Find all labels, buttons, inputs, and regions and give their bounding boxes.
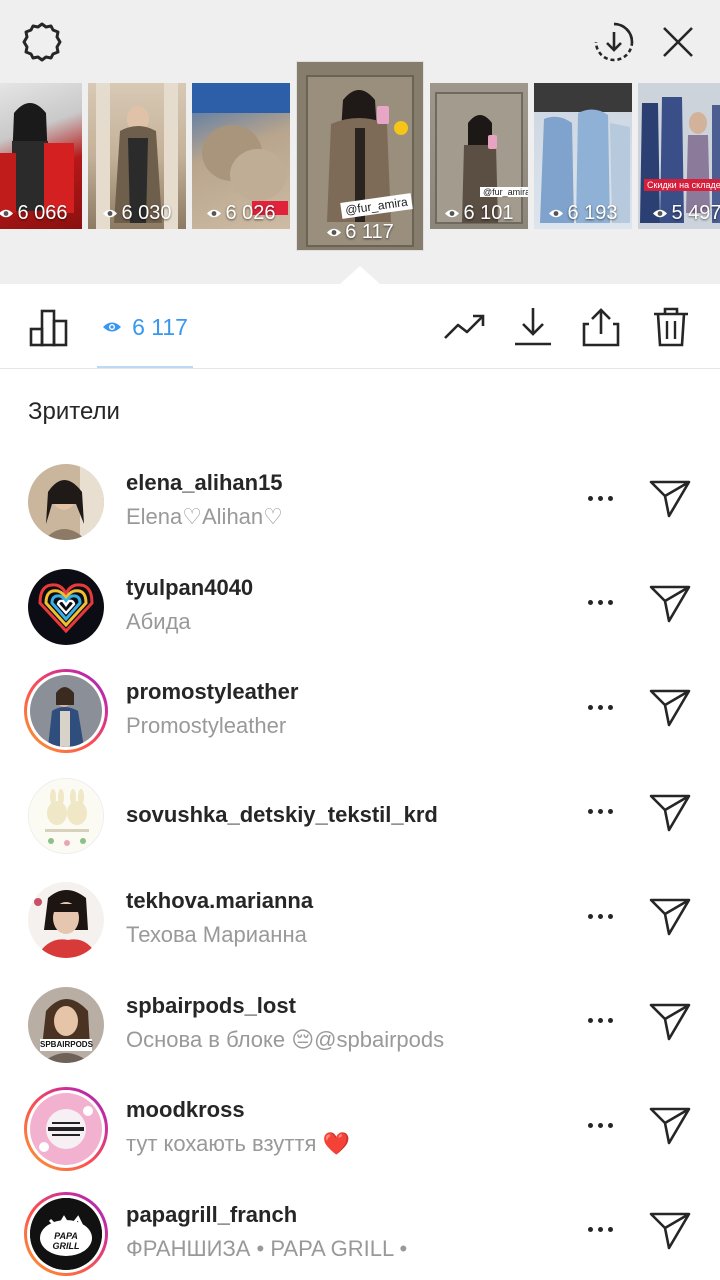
- selection-pointer: [340, 266, 380, 284]
- avatar[interactable]: [24, 460, 108, 544]
- eye-icon: [0, 209, 14, 218]
- sale-banner: Скидки на складе: [644, 179, 720, 191]
- view-count: 6 193: [534, 202, 632, 225]
- bar-chart-icon[interactable]: [24, 302, 74, 352]
- eye-icon: [445, 209, 460, 218]
- trash-icon[interactable]: [646, 302, 696, 352]
- avatar[interactable]: [24, 669, 108, 753]
- eye-icon: [653, 209, 668, 218]
- view-count: 6 117: [297, 221, 423, 244]
- more-options-icon[interactable]: [580, 695, 620, 719]
- story-toolbar: 6 117: [0, 284, 720, 369]
- more-options-icon[interactable]: [580, 904, 620, 928]
- views-count: 6 117: [132, 313, 188, 340]
- more-options-icon[interactable]: [580, 486, 620, 510]
- views-tab[interactable]: 6 117: [96, 302, 194, 352]
- eye-icon: [207, 209, 222, 218]
- viewer-username[interactable]: moodkross: [126, 1097, 245, 1123]
- viewer-row[interactable]: PAPA GRILL papagrill_franch ФРАНШИЗА • P…: [0, 1176, 720, 1280]
- send-message-icon[interactable]: [646, 579, 694, 627]
- viewer-username[interactable]: tekhova.marianna: [126, 888, 313, 914]
- send-message-icon[interactable]: [646, 683, 694, 731]
- avatar-label: PAPA GRILL: [52, 1230, 80, 1251]
- send-message-icon[interactable]: [646, 1206, 694, 1254]
- send-message-icon[interactable]: [646, 997, 694, 1045]
- avatar[interactable]: [24, 774, 108, 858]
- viewer-fullname: Основа в блоке 😔@spbairpods: [126, 1026, 445, 1052]
- story-thumbnail[interactable]: 6 066: [0, 83, 82, 229]
- trend-icon[interactable]: [440, 302, 490, 352]
- view-count: 5 497: [638, 202, 720, 225]
- viewer-username[interactable]: papagrill_franch: [126, 1202, 297, 1228]
- avatar[interactable]: SPBAIRPODS: [24, 983, 108, 1067]
- viewer-row[interactable]: elena_alihan15 Elena♡Alihan♡: [0, 444, 720, 549]
- more-options-icon[interactable]: [580, 591, 620, 615]
- story-thumbnail-selected[interactable]: @fur_amira 6 117: [297, 62, 423, 250]
- eye-icon: [103, 209, 118, 218]
- viewer-row[interactable]: moodkross тут кохають взуття ❤️: [0, 1071, 720, 1176]
- more-options-icon[interactable]: [580, 1113, 620, 1137]
- active-tab-indicator: [97, 366, 193, 368]
- view-count: 6 101: [430, 202, 528, 225]
- viewer-fullname: ФРАНШИЗА • PAPA GRILL •: [126, 1235, 408, 1261]
- avatar[interactable]: [24, 565, 108, 649]
- story-thumbnail[interactable]: Скидки на складе 5 497: [638, 83, 720, 229]
- more-options-icon[interactable]: [580, 1009, 620, 1033]
- viewer-username[interactable]: elena_alihan15: [126, 470, 283, 496]
- viewer-fullname: Техова Марианна: [126, 922, 307, 947]
- eye-icon: [327, 228, 342, 237]
- viewer-username[interactable]: sovushka_detskiy_tekstil_krd: [126, 802, 438, 828]
- viewer-username[interactable]: promostyleather: [126, 679, 298, 705]
- viewer-row[interactable]: sovushka_detskiy_tekstil_krd: [0, 758, 720, 863]
- viewers-list: elena_alihan15 Elena♡Alihan♡ tyulpan4040…: [0, 444, 720, 1280]
- viewer-fullname: Абида: [126, 608, 191, 634]
- avatar[interactable]: [24, 1087, 108, 1171]
- viewer-row[interactable]: tyulpan4040 Абида: [0, 549, 720, 654]
- story-thumbnail-strip: 6 066 6 030 6 026 @fur_amira 6 117 @fur_…: [0, 0, 720, 284]
- viewer-username[interactable]: spbairpods_lost: [126, 993, 296, 1019]
- download-icon[interactable]: [508, 302, 558, 352]
- viewer-row[interactable]: tekhova.marianna Техова Марианна: [0, 862, 720, 967]
- send-message-icon[interactable]: [646, 474, 694, 522]
- story-thumbnail[interactable]: 6 030: [88, 83, 186, 229]
- story-thumbnail[interactable]: @fur_amira 6 101: [430, 83, 528, 229]
- avatar[interactable]: PAPA GRILL: [24, 1191, 108, 1276]
- viewer-username[interactable]: tyulpan4040: [126, 575, 253, 601]
- story-thumbnail[interactable]: 6 193: [534, 83, 632, 229]
- eye-icon: [103, 322, 122, 332]
- viewer-fullname: Promostyleather: [126, 713, 287, 738]
- send-message-icon[interactable]: [646, 1101, 694, 1149]
- viewer-fullname: тут кохають взуття ❤️: [126, 1131, 350, 1156]
- avatar[interactable]: [24, 878, 108, 962]
- viewer-row[interactable]: promostyleather Promostyleather: [0, 653, 720, 758]
- send-message-icon[interactable]: [646, 892, 694, 940]
- story-thumbs-row: 6 066 6 030 6 026 @fur_amira 6 117 @fur_…: [0, 0, 720, 284]
- more-options-icon[interactable]: [580, 800, 620, 824]
- share-icon[interactable]: [576, 302, 626, 352]
- send-message-icon[interactable]: [646, 788, 694, 836]
- mention-sticker: @fur_amira: [480, 187, 528, 197]
- view-count: 6 066: [0, 202, 82, 225]
- story-thumbnail[interactable]: 6 026: [192, 83, 290, 229]
- viewers-title: Зрители: [28, 398, 120, 425]
- more-options-icon[interactable]: [580, 1218, 620, 1242]
- view-count: 6 026: [192, 202, 290, 225]
- avatar-label: SPBAIRPODS: [40, 1038, 93, 1051]
- viewer-row[interactable]: SPBAIRPODS spbairpods_lost Основа в блок…: [0, 967, 720, 1072]
- view-count: 6 030: [88, 202, 186, 225]
- eye-icon: [549, 209, 564, 218]
- viewer-fullname: Elena♡Alihan♡: [126, 504, 283, 529]
